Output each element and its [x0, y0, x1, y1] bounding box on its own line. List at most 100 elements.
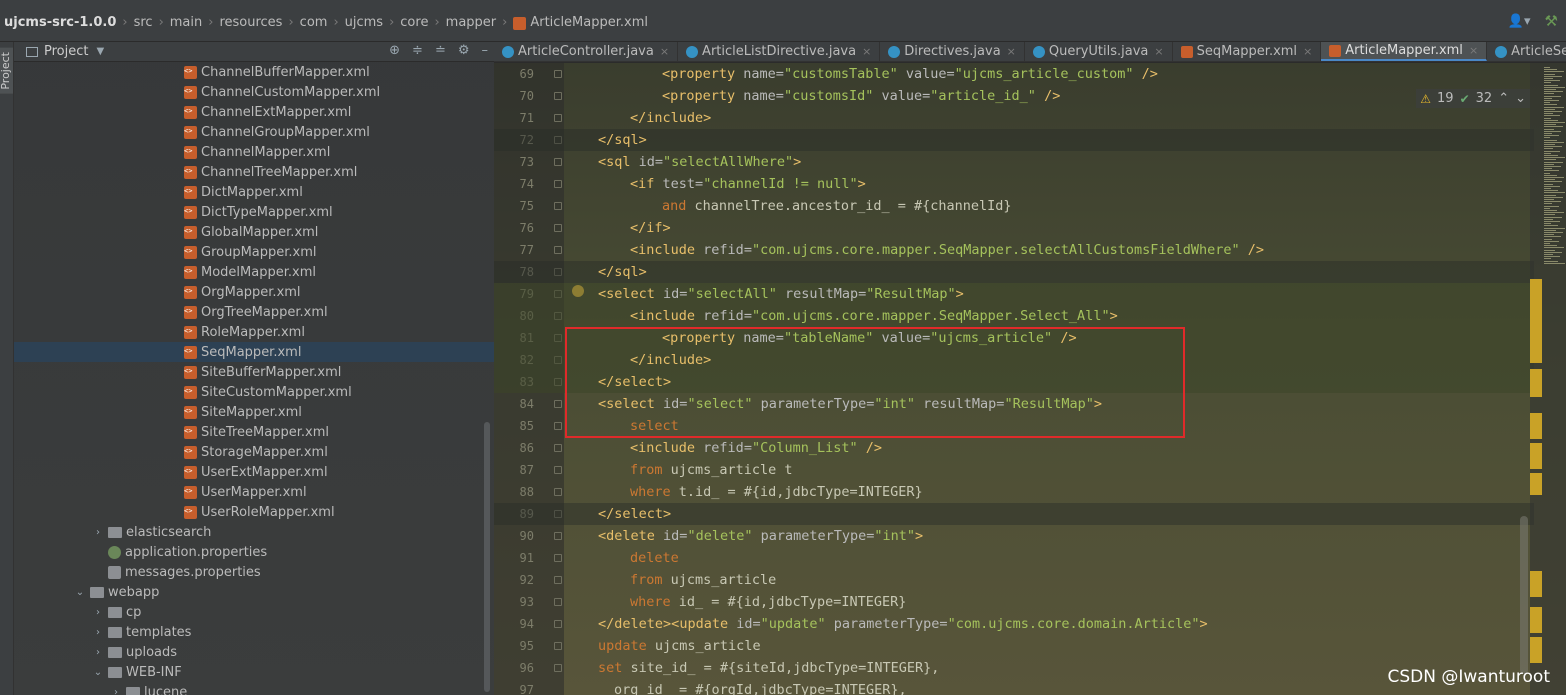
chevron-down-icon[interactable]: ⌄: [1515, 91, 1526, 106]
code-line[interactable]: org_id_ = #{orgId,jdbcType=INTEGER},: [494, 679, 1534, 695]
code-line[interactable]: update ujcms_article: [494, 635, 1534, 657]
close-icon[interactable]: ×: [1303, 45, 1312, 58]
error-stripe[interactable]: [1530, 63, 1566, 695]
close-icon[interactable]: ×: [862, 45, 871, 58]
tree-item[interactable]: ChannelExtMapper.xml: [14, 102, 494, 122]
code-line[interactable]: delete: [494, 547, 1534, 569]
code-line[interactable]: where id_ = #{id,jdbcType=INTEGER}: [494, 591, 1534, 613]
code-line[interactable]: from ujcms_article t: [494, 459, 1534, 481]
code-line[interactable]: <property name="customsTable" value="ujc…: [494, 63, 1534, 85]
warning-marker[interactable]: [1530, 413, 1542, 439]
tree-item[interactable]: ⌄ WEB-INF: [14, 662, 494, 682]
code-line[interactable]: set site_id_ = #{siteId,jdbcType=INTEGER…: [494, 657, 1534, 679]
editor-scrollbar[interactable]: [1520, 516, 1528, 674]
breadcrumb-item[interactable]: src: [134, 15, 153, 30]
chevron-right-icon[interactable]: ›: [92, 627, 104, 638]
project-scrollbar[interactable]: [484, 422, 490, 692]
tree-item[interactable]: › lucene: [14, 682, 494, 695]
breadcrumb-item[interactable]: mapper: [446, 15, 496, 30]
code-line[interactable]: <property name="customsId" value="articl…: [494, 85, 1534, 107]
editor-tab[interactable]: ArticleService.java: [1487, 42, 1566, 61]
tree-item[interactable]: ⌄ webapp: [14, 582, 494, 602]
code-line[interactable]: and channelTree.ancestor_id_ = #{channel…: [494, 195, 1534, 217]
tree-item[interactable]: ChannelBufferMapper.xml: [14, 62, 494, 82]
tree-item[interactable]: UserExtMapper.xml: [14, 462, 494, 482]
code-line[interactable]: <sql id="selectAllWhere">: [494, 151, 1534, 173]
tree-item[interactable]: › uploads: [14, 642, 494, 662]
editor-tab[interactable]: Directives.java ×: [880, 42, 1025, 61]
close-icon[interactable]: ×: [1007, 45, 1016, 58]
user-icon[interactable]: 👤▾: [1508, 14, 1531, 29]
tree-item[interactable]: ChannelMapper.xml: [14, 142, 494, 162]
tree-item[interactable]: › cp: [14, 602, 494, 622]
tree-item[interactable]: RoleMapper.xml: [14, 322, 494, 342]
tree-item[interactable]: SiteBufferMapper.xml: [14, 362, 494, 382]
breadcrumb-item[interactable]: main: [170, 15, 202, 30]
code-line[interactable]: </delete><update id="update" parameterTy…: [494, 613, 1534, 635]
tree-item[interactable]: › elasticsearch: [14, 522, 494, 542]
tree-item[interactable]: ChannelCustomMapper.xml: [14, 82, 494, 102]
tree-item[interactable]: GroupMapper.xml: [14, 242, 494, 262]
tree-item[interactable]: OrgTreeMapper.xml: [14, 302, 494, 322]
breadcrumb-item[interactable]: com: [300, 15, 328, 30]
tree-item[interactable]: SiteTreeMapper.xml: [14, 422, 494, 442]
breadcrumb-item[interactable]: ujcms: [345, 15, 383, 30]
warning-marker[interactable]: [1530, 571, 1542, 597]
tree-item[interactable]: UserMapper.xml: [14, 482, 494, 502]
breadcrumb-file[interactable]: ArticleMapper.xml: [530, 15, 648, 30]
collapse-all-icon[interactable]: ≐: [435, 43, 446, 58]
tree-item[interactable]: GlobalMapper.xml: [14, 222, 494, 242]
editor-tab[interactable]: QueryUtils.java ×: [1025, 42, 1173, 61]
warning-marker[interactable]: [1530, 327, 1542, 363]
inspection-widget[interactable]: ⚠ 19 ✔ 32 ⌃ ⌄: [1416, 89, 1530, 108]
code-line[interactable]: <include refid="com.ujcms.core.mapper.Se…: [494, 239, 1534, 261]
build-icon[interactable]: ⚒: [1545, 12, 1558, 30]
close-icon[interactable]: ×: [660, 45, 669, 58]
chevron-down-icon[interactable]: ▼: [96, 46, 104, 57]
expand-all-icon[interactable]: ≑: [412, 43, 423, 58]
chevron-right-icon[interactable]: ›: [92, 527, 104, 538]
breadcrumb-item[interactable]: resources: [219, 15, 282, 30]
warning-marker[interactable]: [1530, 443, 1542, 469]
tree-item[interactable]: OrgMapper.xml: [14, 282, 494, 302]
chevron-down-icon[interactable]: ⌄: [74, 587, 86, 598]
tree-item[interactable]: StorageMapper.xml: [14, 442, 494, 462]
editor-tab[interactable]: SeqMapper.xml ×: [1173, 42, 1322, 61]
project-panel-title[interactable]: Project: [44, 44, 88, 59]
code-line[interactable]: </include>: [494, 107, 1534, 129]
tree-item[interactable]: ChannelGroupMapper.xml: [14, 122, 494, 142]
close-icon[interactable]: ×: [1154, 45, 1163, 58]
editor-tab[interactable]: ArticleController.java ×: [494, 42, 679, 61]
code-line[interactable]: </sql>: [494, 261, 1534, 283]
tree-item[interactable]: ChannelTreeMapper.xml: [14, 162, 494, 182]
code-area[interactable]: 6970717273747576777879808182838485868788…: [494, 63, 1566, 695]
breadcrumb-project[interactable]: ujcms-src-1.0.0: [4, 15, 116, 30]
close-icon[interactable]: ×: [1469, 44, 1478, 57]
chevron-right-icon[interactable]: ›: [92, 607, 104, 618]
code-line[interactable]: from ujcms_article: [494, 569, 1534, 591]
chevron-down-icon[interactable]: ⌄: [92, 667, 104, 678]
tree-item[interactable]: › templates: [14, 622, 494, 642]
code-line[interactable]: <include refid="Column_List" />: [494, 437, 1534, 459]
tree-item[interactable]: ModelMapper.xml: [14, 262, 494, 282]
warning-marker[interactable]: [1530, 279, 1542, 327]
code-line[interactable]: where t.id_ = #{id,jdbcType=INTEGER}: [494, 481, 1534, 503]
code-line[interactable]: <if test="channelId != null">: [494, 173, 1534, 195]
warning-marker[interactable]: [1530, 473, 1542, 495]
tree-item[interactable]: SiteMapper.xml: [14, 402, 494, 422]
tree-item[interactable]: application.properties: [14, 542, 494, 562]
warning-marker[interactable]: [1530, 369, 1542, 397]
chevron-right-icon[interactable]: ›: [92, 647, 104, 658]
tree-item[interactable]: DictMapper.xml: [14, 182, 494, 202]
code-line[interactable]: <include refid="com.ujcms.core.mapper.Se…: [494, 305, 1534, 327]
breadcrumb-item[interactable]: core: [400, 15, 428, 30]
code-line[interactable]: <select id="selectAll" resultMap="Result…: [494, 283, 1534, 305]
project-tool-button[interactable]: Project: [0, 48, 13, 94]
code-line[interactable]: </sql>: [494, 129, 1534, 151]
tree-item[interactable]: SeqMapper.xml: [14, 342, 494, 362]
tree-item[interactable]: DictTypeMapper.xml: [14, 202, 494, 222]
gear-icon[interactable]: ⚙: [458, 43, 470, 58]
warning-marker[interactable]: [1530, 637, 1542, 663]
editor-tab[interactable]: ArticleMapper.xml ×: [1321, 42, 1488, 61]
locate-icon[interactable]: ⊕: [389, 43, 400, 58]
